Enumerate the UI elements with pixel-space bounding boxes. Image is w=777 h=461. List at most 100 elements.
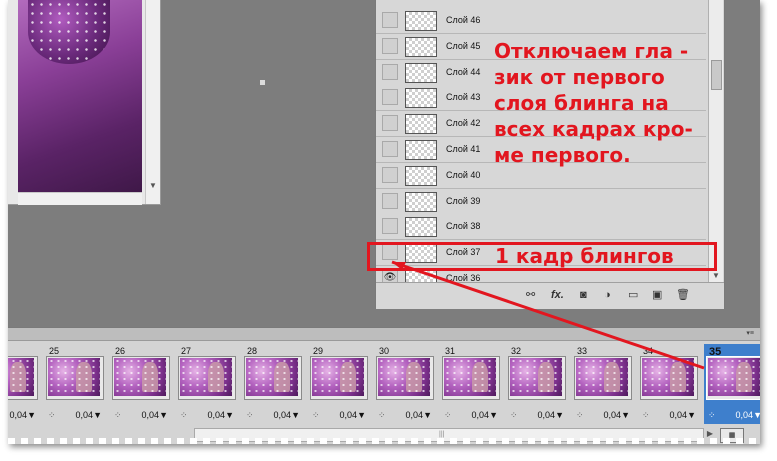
timeline-scrollbar[interactable]: ||| (194, 428, 704, 442)
layer-row[interactable]: Слой 38 (376, 214, 706, 241)
disposal-icon[interactable]: ⁘ (114, 410, 122, 421)
frame-delay[interactable]: 0,04▼ (472, 410, 498, 420)
layers-footer-toolbar: ⚯ fx. ◙ ◑ ▭ ▣ 🗑 (376, 282, 724, 309)
timeline-options-icon[interactable]: ▦ (720, 428, 744, 443)
delay-dropdown-icon[interactable]: ▼ (357, 410, 366, 420)
frame-delay[interactable]: 0,04▼ (10, 410, 36, 420)
animation-frame[interactable]: 35 ⁘ 0,04▼ (704, 344, 760, 424)
frame-number: 26 (115, 346, 126, 356)
animation-frame[interactable]: 29 ⁘ 0,04▼ (308, 344, 370, 424)
scroll-down-arrow-icon[interactable]: ▼ (149, 181, 157, 190)
frame-delay[interactable]: 0,04▼ (406, 410, 432, 420)
layer-name: Слой 39 (446, 195, 481, 206)
frame-delay[interactable]: 0,04▼ (208, 410, 234, 420)
animation-frame[interactable]: 30 ⁘ 0,04▼ (374, 344, 436, 424)
visibility-eye-icon[interactable] (382, 141, 398, 157)
layer-row[interactable]: Слой 46 (376, 8, 706, 34)
ornament-ball-image (28, 0, 110, 64)
frame-thumbnail (246, 358, 298, 396)
frame-delay-value: 0,04 (471, 410, 490, 420)
fx-icon[interactable]: fx. (551, 289, 564, 302)
disposal-icon[interactable]: ⁘ (312, 410, 320, 421)
disposal-icon[interactable]: ⁘ (48, 410, 56, 421)
layer-thumbnail (405, 62, 437, 83)
visibility-eye-icon[interactable] (382, 63, 398, 80)
delay-dropdown-icon[interactable]: ▼ (753, 410, 760, 420)
disposal-icon[interactable]: ⁘ (246, 410, 254, 421)
delay-dropdown-icon[interactable]: ▼ (555, 410, 564, 420)
animation-frame[interactable]: 28 ⁘ 0,04▼ (242, 344, 304, 424)
link-icon[interactable]: ⚯ (526, 289, 535, 302)
disposal-icon[interactable]: ⁘ (642, 410, 650, 421)
animation-timeline-panel: ▾≡ ⁘0,04▼25⁘0,04▼26⁘0,04▼27⁘0,04▼28⁘0,04… (8, 327, 760, 444)
group-icon[interactable]: ▭ (628, 289, 638, 302)
visibility-eye-icon[interactable] (382, 115, 398, 132)
animation-frame[interactable]: 25 ⁘ 0,04▼ (44, 344, 106, 424)
animation-frame[interactable]: 32 ⁘ 0,04▼ (506, 344, 568, 424)
disposal-icon[interactable]: ⁘ (378, 410, 386, 421)
frame-delay-value: 0,04 (669, 410, 688, 420)
animation-frame[interactable]: ⁘0,04▼ (8, 344, 40, 424)
animation-frame[interactable]: 31 ⁘ 0,04▼ (440, 344, 502, 424)
frame-delay[interactable]: 0,04▼ (736, 410, 760, 420)
visibility-eye-icon[interactable] (382, 89, 398, 106)
animation-frame[interactable]: 34 ⁘ 0,04▼ (638, 344, 700, 424)
delay-dropdown-icon[interactable]: ▼ (489, 410, 498, 420)
delay-dropdown-icon[interactable]: ▼ (621, 410, 630, 420)
layer-name: Слой 46 (446, 15, 481, 25)
new-layer-icon[interactable]: ▣ (652, 289, 662, 302)
frame-delay[interactable]: 0,04▼ (274, 410, 300, 420)
frame-delay[interactable]: 0,04▼ (670, 410, 696, 420)
visibility-eye-icon[interactable] (382, 218, 398, 235)
scroll-grip-icon[interactable]: ||| (439, 431, 444, 438)
timeline-scroll-right-icon[interactable]: ▶ (704, 428, 716, 440)
frame-delay[interactable]: 0,04▼ (142, 410, 168, 420)
layer-thumbnail (405, 191, 437, 212)
layer-row[interactable]: Слой 39 (376, 188, 706, 215)
frame-delay[interactable]: 0,04▼ (340, 410, 366, 420)
animation-frame[interactable]: 33 ⁘ 0,04▼ (572, 344, 634, 424)
delay-dropdown-icon[interactable]: ▼ (225, 410, 234, 420)
visibility-eye-icon[interactable] (382, 192, 398, 209)
layers-scroll-thumb[interactable] (711, 60, 722, 90)
animation-frame[interactable]: 27 ⁘ 0,04▼ (176, 344, 238, 424)
document-canvas[interactable] (18, 0, 142, 192)
disposal-icon[interactable]: ⁘ (510, 410, 518, 421)
visibility-eye-icon[interactable] (382, 37, 398, 54)
delay-dropdown-icon[interactable]: ▼ (687, 410, 696, 420)
adjustment-icon[interactable]: ◑ (604, 289, 611, 302)
frame-thumbnail (8, 358, 34, 396)
layers-scroll-down-icon[interactable]: ▼ (712, 271, 720, 280)
layers-scrollbar[interactable]: ▼ (708, 0, 723, 282)
delay-dropdown-icon[interactable]: ▼ (291, 410, 300, 420)
mask-icon[interactable]: ◙ (580, 289, 587, 302)
frame-thumbnail (180, 358, 232, 396)
frame-delay[interactable]: 0,04▼ (538, 410, 564, 420)
delay-dropdown-icon[interactable]: ▼ (423, 410, 432, 420)
trash-icon[interactable]: 🗑 (676, 289, 690, 302)
visibility-eye-icon[interactable] (382, 12, 398, 28)
frame-number: 29 (313, 346, 324, 356)
panel-menu-icon[interactable]: ▾≡ (746, 329, 754, 337)
layer-thumbnail (405, 114, 437, 135)
box-annotation-label: 1 кадр блингов (495, 244, 674, 268)
frame-thumbnail (378, 358, 430, 396)
delay-dropdown-icon[interactable]: ▼ (93, 410, 102, 420)
document-horizontal-scrollbar[interactable] (18, 192, 142, 205)
frame-thumbnail (48, 358, 100, 396)
document-window: ▼ (8, 0, 161, 205)
disposal-icon[interactable]: ⁘ (576, 410, 584, 421)
disposal-icon[interactable]: ⁘ (444, 410, 452, 421)
layer-name: Слой 41 (446, 144, 481, 154)
delay-dropdown-icon[interactable]: ▼ (27, 410, 36, 420)
delay-dropdown-icon[interactable]: ▼ (159, 410, 168, 420)
disposal-icon[interactable]: ⁘ (180, 410, 188, 421)
frame-delay[interactable]: 0,04▼ (76, 410, 102, 420)
disposal-icon[interactable]: ⁘ (708, 410, 716, 421)
layer-thumbnail (405, 11, 437, 31)
document-vertical-scrollbar[interactable]: ▼ (145, 0, 160, 204)
visibility-eye-icon[interactable] (382, 166, 398, 183)
frame-delay[interactable]: 0,04▼ (604, 410, 630, 420)
layer-name: Слой 40 (446, 169, 481, 180)
animation-frame[interactable]: 26 ⁘ 0,04▼ (110, 344, 172, 424)
